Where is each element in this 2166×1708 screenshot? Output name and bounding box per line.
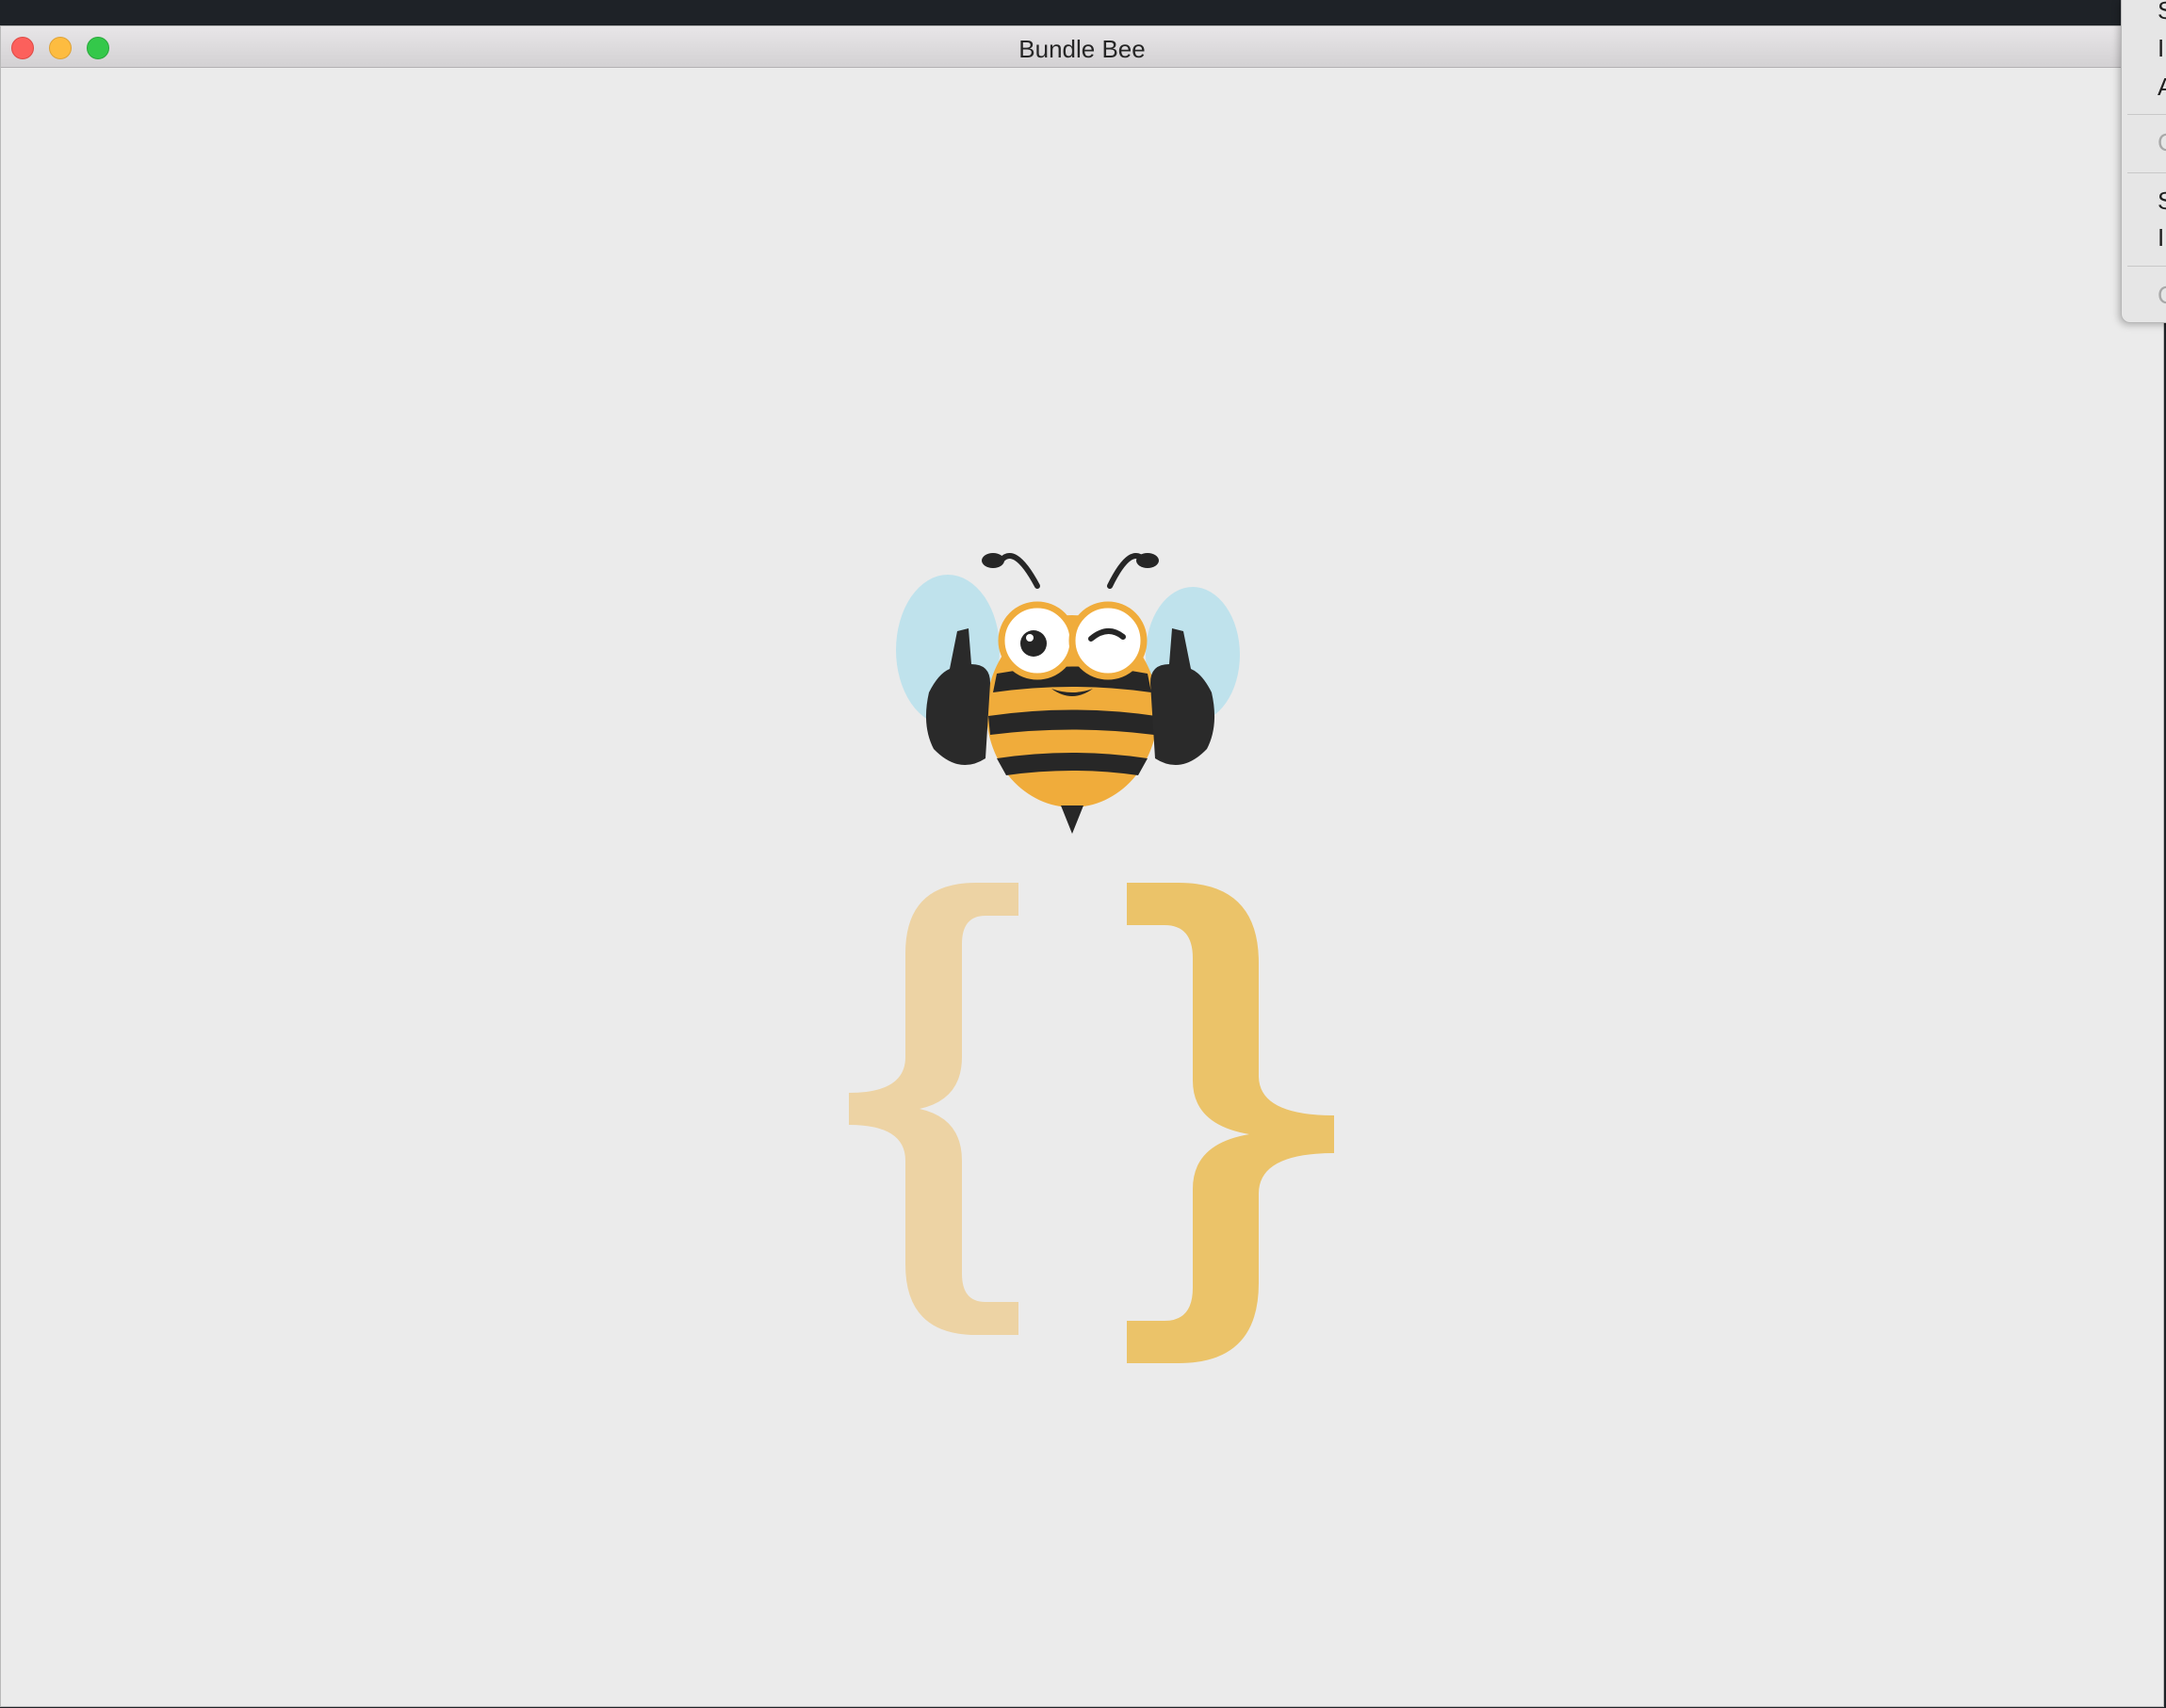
menu-item-7: C — [2158, 281, 2166, 309]
menu-item-5[interactable]: S — [2158, 187, 2166, 215]
menu-separator — [2127, 114, 2166, 115]
bee-mascot-icon — [896, 553, 1240, 834]
menu-item-4: C — [2158, 128, 2166, 156]
desktop-top-bar — [0, 0, 2166, 26]
window-title: Bundle Bee — [1018, 35, 1146, 63]
menu-item-3[interactable]: A — [2158, 73, 2166, 101]
title-bar[interactable]: Bundle Bee — [1, 26, 2163, 68]
menu-item-2[interactable]: I — [2158, 34, 2166, 62]
menu-item-1[interactable]: S — [2158, 0, 2166, 24]
dropdown-menu: S I A C S I C — [2121, 0, 2166, 323]
menu-item-6[interactable]: I — [2158, 223, 2166, 252]
menu-separator — [2127, 172, 2166, 173]
right-brace-icon — [1127, 883, 1334, 1363]
left-brace-icon — [849, 883, 1018, 1335]
app-window: Bundle Bee — [0, 25, 2164, 1707]
menu-separator — [2127, 266, 2166, 267]
drop-zone[interactable] — [1, 68, 2163, 1706]
